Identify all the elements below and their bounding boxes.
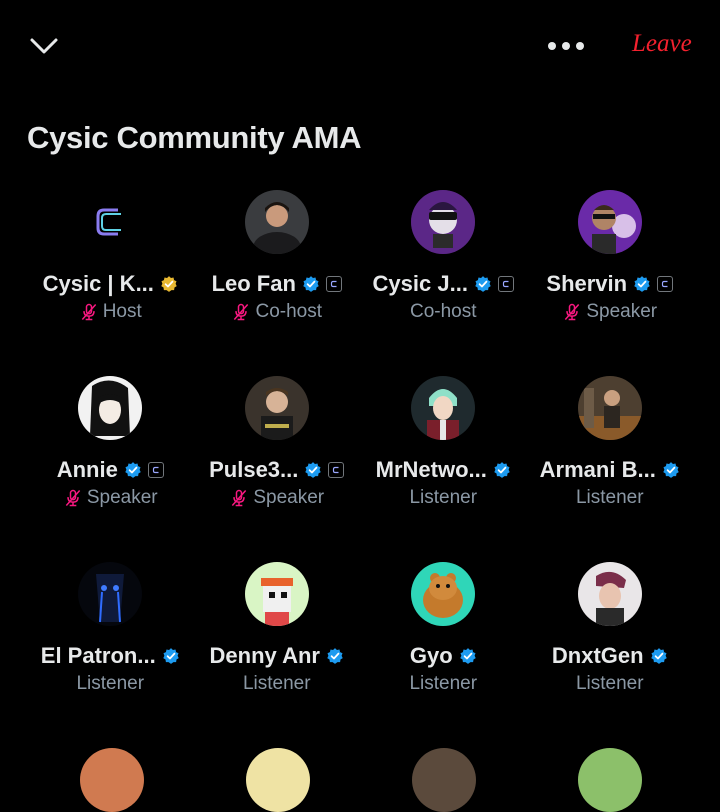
verified-gold-icon: [161, 276, 177, 292]
participant-tile[interactable]: Pulse3... Speaker: [194, 374, 361, 560]
verified-blue-icon: [305, 462, 322, 478]
leave-button[interactable]: Leave: [632, 30, 692, 58]
participant-name: Denny Anr: [209, 643, 320, 668]
verified-blue-icon: [459, 648, 476, 664]
participant-name: Pulse3...: [209, 457, 299, 482]
participant-name: DnxtGen: [551, 643, 644, 668]
avatar[interactable]: [577, 190, 642, 254]
avatar[interactable]: [78, 562, 143, 626]
space-title: Cysic Community AMA: [27, 120, 362, 155]
space-header: Leave: [0, 0, 720, 96]
participant-role: Co-host: [409, 301, 477, 322]
verified-blue-icon: [327, 648, 343, 664]
verified-blue-icon: [303, 276, 319, 292]
participant-tile[interactable]: Gyo Listener: [360, 560, 527, 746]
participant-role: Listener: [409, 673, 478, 694]
affiliate-logo-icon: [325, 276, 342, 292]
participant-tile[interactable]: MrNetwo... Listener: [360, 374, 527, 560]
avatar[interactable]: [244, 190, 309, 254]
more-horizontal-icon[interactable]: [545, 38, 587, 54]
participant-tile[interactable]: Cysic J... Co-host: [360, 188, 527, 374]
verified-blue-icon: [162, 648, 179, 664]
avatar[interactable]: [577, 376, 642, 440]
participant-name: Gyo: [409, 643, 453, 668]
mic-off-icon: [81, 303, 96, 321]
affiliate-logo-icon: [657, 276, 674, 292]
participant-name: El Patron...: [40, 643, 156, 668]
participant-role: Speaker: [253, 487, 325, 508]
participant-name: Annie: [56, 457, 118, 482]
participant-role: Listener: [409, 487, 478, 508]
participant-name: Cysic J...: [372, 271, 468, 296]
affiliate-logo-icon: [497, 276, 514, 292]
participant-tile[interactable]: DnxtGen Listener: [527, 560, 694, 746]
participant-role: Listener: [76, 673, 145, 694]
participant-tile[interactable]: Cysic | K... Host: [27, 188, 194, 374]
mic-off-icon: [565, 303, 580, 321]
participants-row: Annie Speaker Pulse3... Speaker MrNetwo.…: [27, 374, 693, 560]
chevron-down-icon[interactable]: [28, 34, 60, 58]
participant-name: MrNetwo...: [375, 457, 487, 482]
participants-grid: Cysic | K... Host Leo Fan Co-host Cysic …: [27, 188, 693, 746]
avatar[interactable]: [578, 748, 642, 812]
mic-off-icon: [65, 489, 81, 507]
verified-blue-icon: [475, 276, 491, 292]
participant-role: Listener: [575, 487, 644, 508]
avatar[interactable]: [246, 748, 310, 812]
mic-off-icon: [232, 489, 247, 507]
verified-blue-icon: [634, 276, 650, 292]
participants-row: El Patron... Listener Denny Anr Listener: [27, 560, 693, 746]
participant-tile[interactable]: Armani B... Listener: [527, 374, 694, 560]
affiliate-logo-icon: [328, 462, 345, 478]
avatar[interactable]: [78, 190, 143, 254]
avatar[interactable]: [244, 376, 309, 440]
verified-blue-icon: [125, 462, 141, 478]
participant-role: Host: [102, 301, 142, 322]
avatar[interactable]: [411, 190, 476, 254]
participant-tile[interactable]: Shervin Speaker: [527, 188, 694, 374]
participant-tile[interactable]: El Patron... Listener: [27, 560, 194, 746]
avatar[interactable]: [244, 562, 309, 626]
mic-off-icon: [234, 303, 249, 321]
participant-role: Co-host: [255, 301, 323, 322]
participant-name: Shervin: [546, 271, 628, 296]
participant-role: Speaker: [586, 301, 658, 322]
avatar[interactable]: [577, 562, 642, 626]
participant-name: Cysic | K...: [42, 271, 154, 296]
avatar[interactable]: [78, 376, 143, 440]
avatar[interactable]: [412, 748, 476, 812]
verified-blue-icon: [494, 462, 510, 478]
verified-blue-icon: [663, 462, 679, 478]
participant-tile[interactable]: Annie Speaker: [27, 374, 194, 560]
participant-tile[interactable]: Leo Fan Co-host: [194, 188, 361, 374]
participants-row: Cysic | K... Host Leo Fan Co-host Cysic …: [27, 188, 693, 374]
verified-blue-icon: [650, 648, 667, 664]
participant-role: Listener: [242, 673, 311, 694]
avatar[interactable]: [411, 376, 476, 440]
avatar[interactable]: [80, 748, 144, 812]
affiliate-logo-icon: [147, 462, 164, 478]
participant-name: Armani B...: [539, 457, 656, 482]
participant-name: Leo Fan: [211, 271, 296, 296]
participant-role: Listener: [575, 673, 644, 694]
avatar[interactable]: [411, 562, 476, 626]
participant-role: Speaker: [86, 487, 158, 508]
participant-tile[interactable]: Denny Anr Listener: [194, 560, 361, 746]
